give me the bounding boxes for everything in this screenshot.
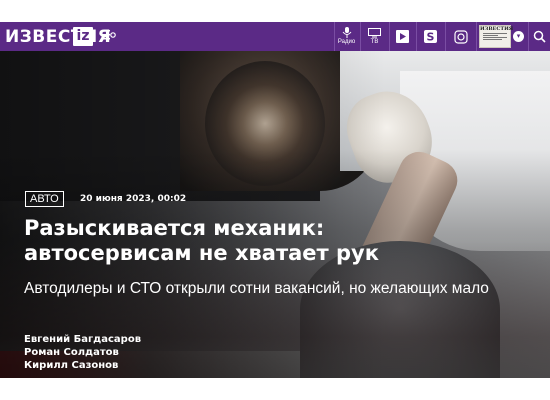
theme-button[interactable] — [445, 22, 475, 51]
app-button[interactable]: S — [416, 22, 444, 51]
microphone-icon — [342, 27, 351, 38]
bookmark-icon — [396, 30, 409, 43]
author-name[interactable]: Евгений Багдасаров — [24, 333, 141, 346]
tv-icon — [368, 27, 381, 37]
newspaper-thumbnail[interactable]: ИЗВЕСТИЯ — [479, 25, 514, 48]
logo-iz-badge[interactable]: iz — [73, 27, 93, 46]
article-title[interactable]: Разыскивается механик: автосервисам не х… — [24, 216, 384, 266]
radio-button[interactable]: Радио — [334, 22, 358, 51]
radio-label: Радио — [337, 39, 356, 45]
article-title-line2: автосервисам не хватает рук — [24, 241, 379, 265]
top-navigation-bar: ИЗВЕСТИЯ iz Радио ТВ S ИЗВЕСТИЯ ▾ — [0, 22, 550, 51]
stories-button[interactable] — [389, 22, 415, 51]
tv-label: ТВ — [370, 38, 379, 45]
search-icon — [533, 30, 546, 43]
logo-izvestia[interactable]: ИЗВЕСТИЯ — [5, 27, 111, 47]
app-s-icon: S — [424, 30, 437, 43]
chevron-down-icon[interactable]: ▾ — [513, 31, 524, 42]
tv-button[interactable]: ТВ — [360, 22, 388, 51]
author-name[interactable]: Кирилл Сазонов — [24, 359, 118, 372]
hamburger-icon[interactable] — [101, 28, 117, 45]
settings-icon — [453, 29, 468, 44]
svg-text:S: S — [427, 31, 435, 44]
author-name[interactable]: Роман Солдатов — [24, 346, 119, 359]
article-hero[interactable]: Авто 20 июня 2023, 00:02 Разыскивается м… — [0, 51, 550, 378]
newspaper-title: ИЗВЕСТИЯ — [480, 26, 514, 32]
rubric-tag[interactable]: Авто — [25, 191, 64, 207]
article-title-line1: Разыскивается механик: — [24, 216, 325, 240]
article-lead: Автодилеры и СТО открыли сотни вакансий,… — [24, 280, 489, 297]
publish-date: 20 июня 2023, 00:02 — [80, 194, 187, 204]
search-button[interactable] — [528, 22, 550, 51]
